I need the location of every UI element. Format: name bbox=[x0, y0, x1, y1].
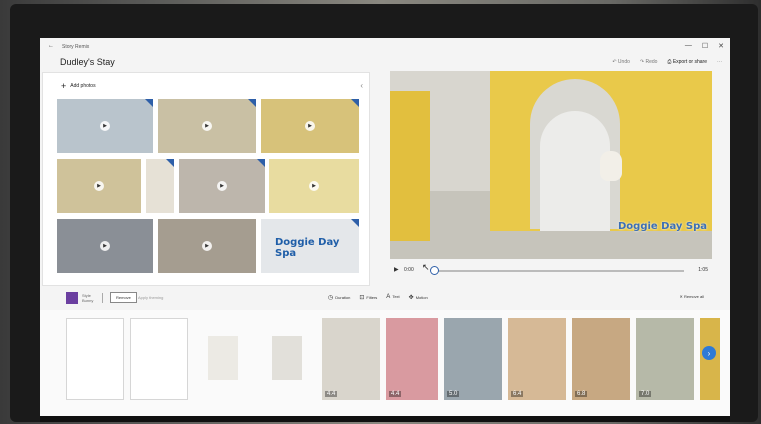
more-options-icon[interactable]: ··· bbox=[717, 59, 722, 65]
project-title[interactable]: Dudley's Stay bbox=[60, 57, 115, 67]
filters-label: Filters bbox=[366, 295, 378, 300]
back-arrow-icon[interactable]: ← bbox=[48, 43, 54, 49]
title-card-text: Doggie Day Spa bbox=[275, 237, 340, 259]
add-photos-button[interactable]: + Add photos bbox=[61, 81, 96, 91]
minimize-icon[interactable]: — bbox=[685, 42, 692, 50]
total-time: 1:05 bbox=[698, 267, 708, 273]
storyboard: 4.4 4.4 5.0 6.4 6.8 7.0 › bbox=[40, 310, 730, 416]
library-thumbnail-7[interactable]: ▶ bbox=[269, 159, 359, 213]
preview-title-overlay: Doggie Day Spa bbox=[618, 221, 708, 232]
added-indicator bbox=[257, 159, 265, 167]
video-preview[interactable]: Doggie Day Spa bbox=[390, 71, 712, 259]
card-duration: 6.8 bbox=[575, 391, 588, 397]
export-button[interactable]: ⎙ Export or share bbox=[667, 59, 707, 65]
storyboard-card-5[interactable]: 4.4 bbox=[322, 318, 380, 400]
play-icon[interactable]: ▶ bbox=[394, 266, 399, 273]
maximize-icon[interactable]: ☐ bbox=[702, 42, 708, 50]
card-duration: 6.4 bbox=[511, 391, 524, 397]
play-icon: ▶ bbox=[305, 121, 315, 131]
seek-track[interactable] bbox=[432, 270, 684, 272]
collapse-library-icon[interactable]: ‹ bbox=[360, 81, 363, 90]
next-arrow-icon[interactable]: › bbox=[702, 346, 716, 360]
play-icon: ▶ bbox=[202, 241, 212, 251]
remove-button[interactable]: Remove bbox=[110, 292, 137, 303]
undo-label: Undo bbox=[617, 59, 630, 65]
library-thumbnail-3[interactable]: ▶ bbox=[261, 99, 359, 153]
text-label: Text bbox=[392, 294, 400, 299]
storyboard-card-6[interactable]: 4.4 bbox=[386, 318, 438, 400]
storyboard-toolbar: Style Bunny Remove Apply theming ◷ Durati… bbox=[40, 288, 730, 308]
playback-bar: ▶ 0:00 1:05 bbox=[390, 262, 712, 278]
library-thumbnail-9[interactable]: ▶ bbox=[158, 219, 256, 273]
storyboard-card-10[interactable]: 7.0 bbox=[636, 318, 694, 400]
add-photos-label: Add photos bbox=[70, 83, 96, 89]
preview-arch-side bbox=[390, 91, 430, 241]
project-library: + Add photos ‹ ▶ ▶ ▶ ▶ ▶ ▶ ▶ ▶ Doggie Da… bbox=[42, 72, 370, 286]
play-icon: ▶ bbox=[94, 181, 104, 191]
library-thumbnail-5[interactable] bbox=[146, 159, 174, 213]
added-indicator bbox=[351, 219, 359, 227]
seek-handle[interactable] bbox=[430, 266, 439, 275]
added-indicator bbox=[145, 99, 153, 107]
apply-theming-button[interactable]: Apply theming bbox=[138, 295, 163, 300]
filters-icon: ⊡ bbox=[359, 295, 365, 301]
storyboard-card-2[interactable] bbox=[130, 318, 188, 400]
added-indicator bbox=[248, 99, 256, 107]
added-indicator bbox=[351, 99, 359, 107]
storyboard-card-7[interactable]: 5.0 bbox=[444, 318, 502, 400]
library-thumbnail-8[interactable]: ▶ bbox=[57, 219, 153, 273]
filters-button[interactable]: ⊡ Filters bbox=[359, 294, 377, 301]
storyboard-card-3[interactable] bbox=[208, 336, 238, 380]
library-thumbnail-2[interactable]: ▶ bbox=[158, 99, 256, 153]
storyboard-card-1[interactable] bbox=[66, 318, 124, 400]
duration-label: Duration bbox=[335, 295, 351, 300]
play-icon: ▶ bbox=[217, 181, 227, 191]
app-name: Story Remix bbox=[62, 44, 90, 50]
library-thumbnail-6[interactable]: ▶ bbox=[179, 159, 265, 213]
card-duration: 7.0 bbox=[639, 391, 652, 397]
export-label: Export or share bbox=[672, 59, 707, 65]
duration-button[interactable]: ◷ Duration bbox=[328, 294, 350, 301]
library-thumbnail-1[interactable]: ▶ bbox=[57, 99, 153, 153]
motion-button[interactable]: ✥ Motion bbox=[409, 294, 428, 301]
library-thumbnail-4[interactable]: ▶ bbox=[57, 159, 141, 213]
preview-dog bbox=[600, 151, 622, 181]
library-title-card[interactable]: Doggie Day Spa bbox=[261, 219, 359, 273]
play-icon: ▶ bbox=[100, 241, 110, 251]
redo-label: Redo bbox=[645, 59, 658, 65]
taskbar bbox=[40, 416, 730, 422]
play-icon: ▶ bbox=[309, 181, 319, 191]
motion-icon: ✥ bbox=[408, 295, 414, 301]
redo-button[interactable]: ↷ Redo bbox=[640, 59, 658, 65]
theme-label-line-2: Bunny bbox=[82, 298, 94, 303]
storyboard-card-8[interactable]: 6.4 bbox=[508, 318, 566, 400]
storyboard-card-9[interactable]: 6.8 bbox=[572, 318, 630, 400]
motion-label: Motion bbox=[415, 295, 428, 300]
card-duration: 5.0 bbox=[447, 391, 460, 397]
theme-label: Style Bunny bbox=[82, 293, 93, 303]
added-indicator bbox=[166, 159, 174, 167]
toolbar-divider bbox=[102, 293, 103, 303]
text-button[interactable]: A Text bbox=[386, 294, 399, 301]
clock-icon: ◷ bbox=[328, 295, 334, 301]
remove-all-button[interactable]: ✕ Remove all bbox=[680, 294, 704, 299]
undo-button[interactable]: ↶ Undo bbox=[612, 59, 630, 65]
window-controls: — ☐ ✕ bbox=[685, 42, 724, 50]
clip-tools: ◷ Duration ⊡ Filters A Text ✥ Motion bbox=[328, 294, 428, 301]
plus-icon: + bbox=[61, 81, 67, 91]
theme-swatch[interactable] bbox=[66, 292, 78, 304]
text-icon: A bbox=[386, 294, 391, 300]
app-window: ← Story Remix — ☐ ✕ Dudley's Stay ↶ Undo… bbox=[40, 38, 730, 416]
storyboard-card-4[interactable] bbox=[272, 336, 302, 380]
close-icon[interactable]: ✕ bbox=[718, 42, 724, 50]
play-icon: ▶ bbox=[100, 121, 110, 131]
play-icon: ▶ bbox=[202, 121, 212, 131]
mouse-cursor-icon: ↖ bbox=[422, 262, 430, 272]
card-duration: 4.4 bbox=[389, 391, 402, 397]
remove-all-label: Remove all bbox=[683, 294, 704, 299]
current-time: 0:00 bbox=[404, 267, 414, 273]
top-actions: ↶ Undo ↷ Redo ⎙ Export or share ··· bbox=[612, 59, 722, 65]
card-duration: 4.4 bbox=[325, 391, 338, 397]
